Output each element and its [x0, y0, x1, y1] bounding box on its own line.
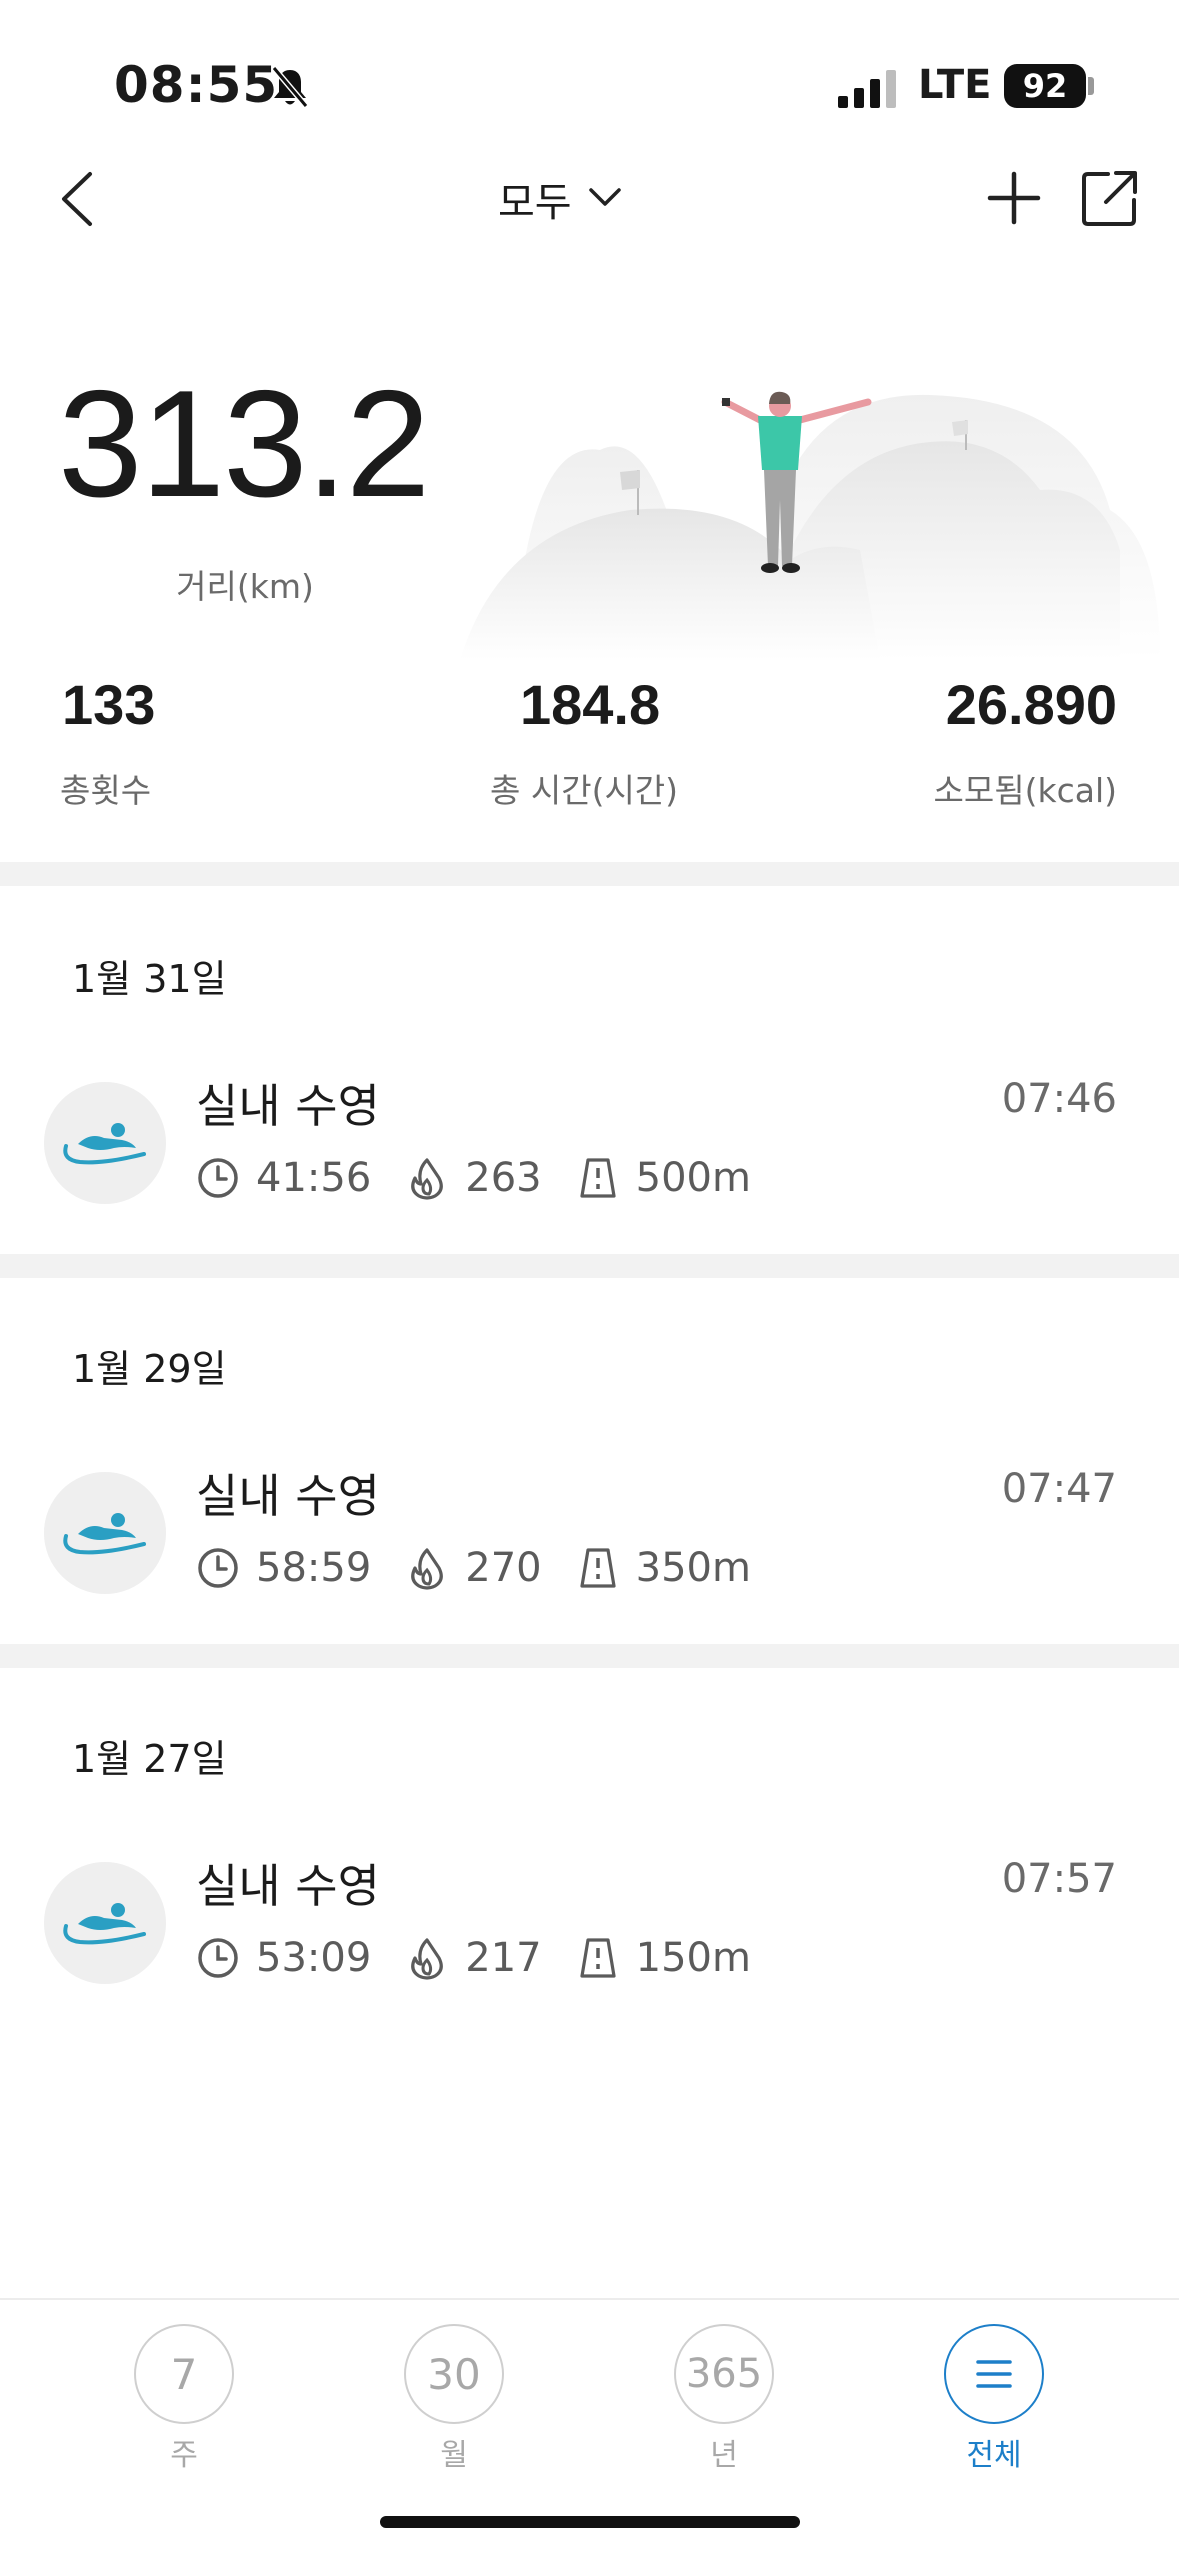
activity-title: 실내 수영: [196, 1079, 380, 1133]
activity-row[interactable]: 실내 수영 07:57 53:09 217 150m: [0, 1820, 1179, 2000]
swimming-icon: [44, 1472, 166, 1594]
activity-date-header: 1월 29일: [72, 1347, 227, 1391]
tab-month-label[interactable]: 월: [404, 2430, 504, 2474]
swimming-icon: [44, 1082, 166, 1204]
status-time: 08:55: [114, 56, 279, 114]
tab-month[interactable]: 30: [404, 2324, 504, 2424]
activity-metrics: 41:56 263 500m: [196, 1152, 785, 1204]
activity-start-time: 07:47: [1001, 1466, 1117, 1512]
swimming-icon: [44, 1862, 166, 1984]
activity-metrics: 58:59 270 350m: [196, 1542, 785, 1594]
activity-start-time: 07:57: [1001, 1856, 1117, 1902]
calories-burned-label: 소모됨(kcal): [933, 771, 1117, 810]
activity-distance: 350m: [635, 1545, 751, 1591]
activity-calories: 217: [465, 1935, 542, 1981]
hero-illustration: [460, 391, 1160, 660]
tab-bar-divider: [0, 2298, 1179, 2300]
activity-date-header: 1월 31일: [72, 957, 227, 1001]
menu-icon: [976, 2360, 1012, 2388]
activity-calories: 263: [465, 1155, 542, 1201]
calories-burned-value: 26.890: [945, 673, 1117, 736]
home-indicator[interactable]: [380, 2516, 800, 2528]
battery-level: 92: [1004, 64, 1086, 108]
flame-icon: [411, 1158, 444, 1200]
back-arrow-icon[interactable]: [54, 168, 98, 230]
section-divider: [0, 1644, 1179, 1668]
activity-distance: 150m: [635, 1935, 751, 1981]
flame-icon: [411, 1938, 444, 1980]
total-count-label: 총횟수: [60, 771, 152, 810]
tab-week[interactable]: 7: [134, 2324, 234, 2424]
total-distance-label: 거리(km): [176, 567, 314, 606]
activity-row[interactable]: 실내 수영 07:47 58:59 270 350m: [0, 1430, 1179, 1610]
activity-calories: 270: [465, 1545, 542, 1591]
activity-date-header: 1월 27일: [72, 1737, 227, 1781]
chevron-down-icon[interactable]: [588, 186, 622, 208]
total-time-label: 총 시간(시간): [490, 771, 679, 810]
activity-duration: 53:09: [256, 1935, 372, 1981]
battery-tip: [1088, 77, 1094, 95]
activity-duration: 58:59: [256, 1545, 372, 1591]
tab-week-label[interactable]: 주: [134, 2430, 234, 2474]
tab-all[interactable]: [944, 2324, 1044, 2424]
distance-road-icon: [580, 1548, 616, 1588]
clock-icon: [198, 1158, 238, 1198]
network-type: LTE: [918, 62, 992, 108]
activity-start-time: 07:46: [1001, 1076, 1117, 1122]
cellular-signal-icon: [838, 70, 896, 108]
tab-year-label[interactable]: 년: [674, 2430, 774, 2474]
total-time-value: 184.8: [520, 673, 661, 736]
flame-icon: [411, 1548, 444, 1590]
total-count-value: 133: [62, 673, 156, 736]
tab-all-label[interactable]: 전체: [944, 2430, 1044, 2474]
distance-road-icon: [580, 1938, 616, 1978]
activity-filter-dropdown[interactable]: 모두: [498, 170, 572, 228]
activity-metrics: 53:09 217 150m: [196, 1932, 785, 1984]
clock-icon: [198, 1548, 238, 1588]
section-divider: [0, 1254, 1179, 1278]
clock-icon: [198, 1938, 238, 1978]
distance-road-icon: [580, 1158, 616, 1198]
activity-row[interactable]: 실내 수영 07:46 41:56 263 500m: [0, 1040, 1179, 1220]
tab-year[interactable]: 365: [674, 2324, 774, 2424]
activity-duration: 41:56: [256, 1155, 372, 1201]
share-icon[interactable]: [1080, 168, 1140, 228]
activity-distance: 500m: [635, 1155, 751, 1201]
bell-muted-icon: [271, 66, 309, 108]
section-divider: [0, 862, 1179, 886]
activity-title: 실내 수영: [196, 1859, 380, 1913]
activity-title: 실내 수영: [196, 1469, 380, 1523]
total-distance-value: 313.2: [58, 359, 430, 529]
add-icon[interactable]: [986, 170, 1042, 226]
